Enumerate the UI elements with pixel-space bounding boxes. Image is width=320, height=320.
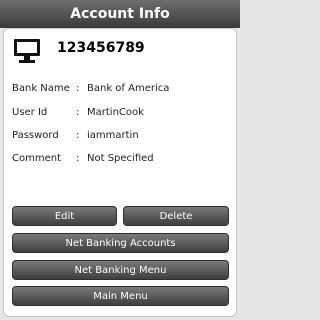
field-value: Bank of America — [87, 83, 170, 94]
title-bar: Account Info — [0, 0, 240, 28]
field-label: Bank Name — [12, 83, 70, 94]
account-number: 123456789 — [57, 40, 145, 56]
field-separator: : — [76, 83, 80, 94]
net-banking-accounts-button[interactable]: Net Banking Accounts — [12, 233, 229, 253]
field-label: Password — [12, 130, 59, 141]
main-menu-button[interactable]: Main Menu — [12, 286, 229, 306]
field-separator: : — [76, 130, 80, 141]
delete-button[interactable]: Delete — [123, 206, 229, 226]
computer-icon — [12, 37, 42, 65]
field-value: iammartin — [87, 130, 139, 141]
field-separator: : — [76, 107, 80, 118]
page-title: Account Info — [70, 6, 170, 22]
field-value: MartinCook — [87, 107, 144, 118]
field-separator: : — [76, 153, 80, 164]
field-value: Not Specified — [87, 153, 154, 164]
account-card: 123456789 Bank Name : Bank of America Us… — [3, 28, 237, 317]
field-label: Comment — [12, 153, 61, 164]
net-banking-menu-button[interactable]: Net Banking Menu — [12, 260, 229, 280]
edit-button[interactable]: Edit — [12, 206, 117, 226]
field-label: User Id — [12, 107, 48, 118]
